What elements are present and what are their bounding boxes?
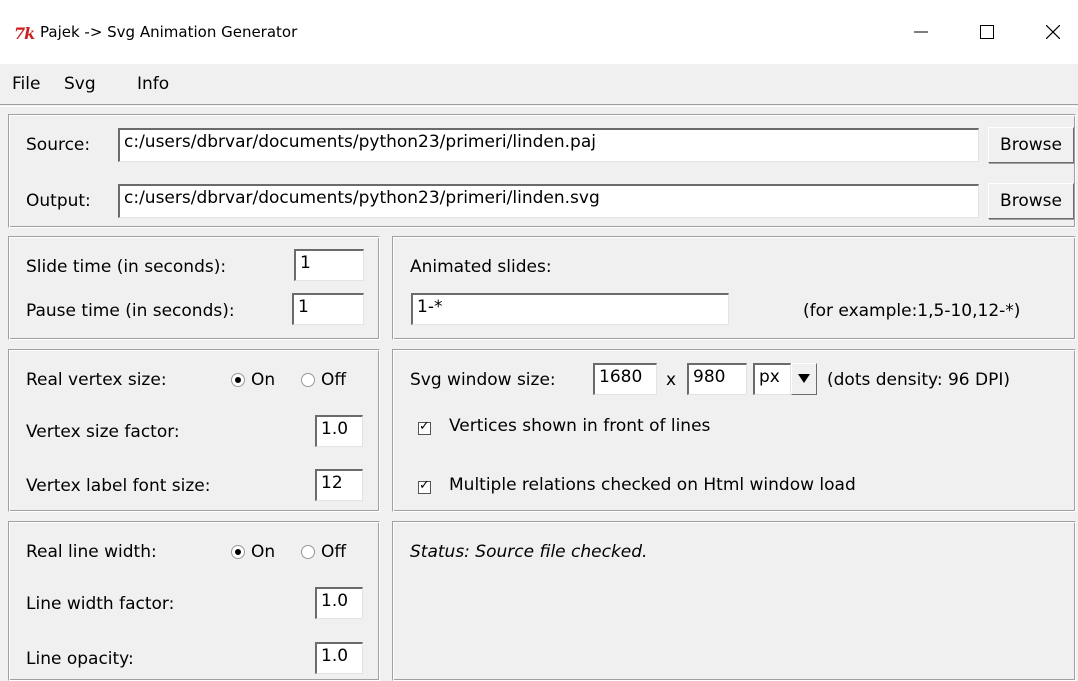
source-input[interactable]: c:/users/dbrvar/documents/python23/prime… [118,128,979,162]
radio-off-icon[interactable] [301,373,315,387]
menu-separator [0,104,1078,107]
slide-time-input[interactable]: 1 [294,249,364,281]
dots-density-label: (dots density: 96 DPI) [827,370,1010,390]
vertex-size-factor-label: Vertex size factor: [26,422,180,442]
line-panel: Real line width: On Off Line width facto… [8,521,380,681]
line-width-off-option[interactable]: Off [301,542,346,562]
svg-settings-panel: Svg window size: 1680 x 980 px (dots den… [392,349,1076,512]
menu-svg[interactable]: Svg [64,74,96,94]
vertex-panel: Real vertex size: On Off Vertex size fac… [8,349,380,512]
output-browse-label: Browse [1000,191,1062,211]
svg-unit-select[interactable]: px [753,363,791,395]
close-icon [1046,25,1060,39]
vertices-front-label: Vertices shown in front of lines [449,416,711,436]
menu-bar: File Svg Info [0,64,1078,104]
window-title: Pajek -> Svg Animation Generator [40,23,298,41]
svg-width-input[interactable]: 1680 [593,363,657,395]
real-vertex-size-label: Real vertex size: [26,370,167,390]
tk-logo-icon: 7k [14,24,35,43]
svg-x-label: x [666,370,677,390]
line-width-factor-input[interactable]: 1.0 [315,587,363,619]
source-browse-label: Browse [1000,135,1062,155]
status-panel: Status: Source file checked. [392,521,1076,681]
animated-slides-input[interactable]: 1-* [411,293,729,325]
minimize-icon [914,31,928,33]
vertex-on-label: On [251,370,276,390]
line-off-label: Off [321,542,347,562]
source-browse-button[interactable]: Browse [988,127,1074,163]
multiple-relations-label: Multiple relations checked on Html windo… [449,475,856,495]
vertex-size-off-option[interactable]: Off [301,370,346,390]
animated-slides-panel: Animated slides: 1-* (for example:1,5-10… [392,236,1076,340]
maximize-button[interactable] [964,13,1010,51]
dropdown-arrow-icon [798,374,810,383]
radio-on-icon[interactable] [231,373,245,387]
timing-panel: Slide time (in seconds): 1 Pause time (i… [8,236,380,340]
minimize-button[interactable] [898,13,944,51]
menu-file[interactable]: File [12,74,40,94]
slide-time-label: Slide time (in seconds): [26,257,227,277]
maximize-icon [980,25,994,39]
multiple-relations-checkbox[interactable] [418,478,431,494]
title-bar: 7k Pajek -> Svg Animation Generator [0,0,1078,64]
output-browse-button[interactable]: Browse [988,183,1074,219]
svg-window-size-label: Svg window size: [410,370,556,390]
line-opacity-label: Line opacity: [26,649,134,669]
vertex-size-on-option[interactable]: On [231,370,275,390]
output-label: Output: [26,191,91,211]
status-text: Status: Source file checked. [410,542,648,562]
vertices-front-checkbox[interactable] [418,419,431,435]
radio-off-icon[interactable] [301,545,315,559]
close-button[interactable] [1030,13,1076,51]
line-width-factor-label: Line width factor: [26,594,175,614]
vertex-off-label: Off [321,370,347,390]
svg-height-input[interactable]: 980 [687,363,747,395]
pause-time-input[interactable]: 1 [292,293,364,325]
menu-info[interactable]: Info [137,74,169,94]
svg-unit-dropdown-button[interactable] [791,363,817,395]
vertex-label-font-size-label: Vertex label font size: [26,476,211,496]
files-panel: Source: c:/users/dbrvar/documents/python… [8,114,1076,228]
line-width-on-option[interactable]: On [231,542,275,562]
radio-on-icon[interactable] [231,545,245,559]
real-line-width-label: Real line width: [26,542,157,562]
pause-time-label: Pause time (in seconds): [26,301,235,321]
animated-slides-example: (for example:1,5-10,12-*) [803,301,1021,321]
source-label: Source: [26,135,91,155]
line-opacity-input[interactable]: 1.0 [315,642,363,674]
line-on-label: On [251,542,276,562]
vertex-size-factor-input[interactable]: 1.0 [315,415,363,447]
vertex-label-font-size-input[interactable]: 12 [315,469,363,501]
animated-slides-label: Animated slides: [410,257,552,277]
output-input[interactable]: c:/users/dbrvar/documents/python23/prime… [118,184,979,218]
